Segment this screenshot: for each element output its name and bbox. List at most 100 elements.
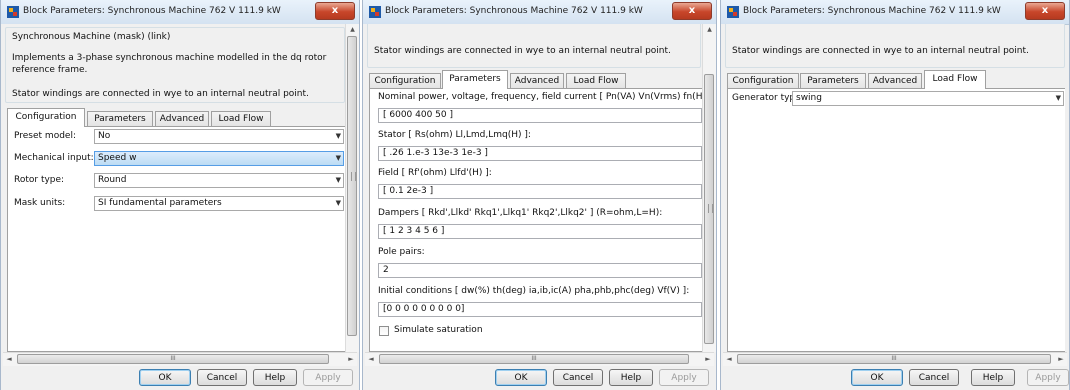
chevron-down-icon: ▼ [335,176,341,184]
rotor-type-label: Rotor type: [14,175,65,185]
dampers-input[interactable]: [ 1 2 3 4 5 6 ] [378,224,702,239]
rotor-type-value: Round [98,175,127,185]
title-bar[interactable]: Block Parameters: Synchronous Machine 76… [363,0,716,25]
simulate-saturation-label: Simulate saturation [394,325,483,335]
scroll-thumb[interactable]: III [737,354,1051,364]
scroll-left-arrow[interactable]: ◄ [365,353,377,366]
title-bar[interactable]: Block Parameters: Synchronous Machine 76… [721,0,1069,25]
dialog-window-configuration: Block Parameters: Synchronous Machine 76… [0,0,360,390]
dialog-buttons: OK Cancel Help Apply [1,366,359,390]
scroll-right-arrow[interactable]: ► [702,353,714,366]
chevron-down-icon: ▼ [1055,94,1061,102]
mechanical-input-dropdown[interactable]: Speed w ▼ [94,151,344,166]
scroll-right-arrow[interactable]: ► [1055,353,1067,366]
tab-advanced[interactable]: Advanced [510,73,564,88]
scroll-left-arrow[interactable]: ◄ [723,353,735,366]
mask-units-dropdown[interactable]: SI fundamental parameters ▼ [94,196,344,211]
vertical-scrollbar[interactable]: ▲ [702,24,716,352]
cancel-button[interactable]: Cancel [909,369,959,386]
initial-conditions-input[interactable]: [0 0 0 0 0 0 0 0 0] [378,302,702,317]
chevron-down-icon: ▼ [335,199,341,207]
tab-parameters[interactable]: Parameters [800,73,866,88]
chevron-down-icon: ▼ [335,132,341,140]
scroll-right-arrow[interactable]: ► [345,353,357,366]
apply-button[interactable]: Apply [303,369,353,386]
window-title: Block Parameters: Synchronous Machine 76… [23,6,281,16]
scroll-up-arrow[interactable]: ▲ [346,24,359,35]
group-title: Synchronous Machine (mask) (link) [12,32,171,42]
stator-note: Stator windings are connected in wye to … [374,46,671,56]
preset-model-value: No [98,131,111,141]
mechanical-input-value: Speed w [98,153,137,163]
generator-type-dropdown[interactable]: swing ▼ [792,91,1064,106]
generator-type-label: Generator type [732,93,801,103]
mask-units-label: Mask units: [14,198,66,208]
mask-units-value: SI fundamental parameters [98,198,222,208]
simulate-saturation-checkbox[interactable] [379,326,389,336]
cancel-button[interactable]: Cancel [553,369,603,386]
apply-button[interactable]: Apply [1027,369,1069,386]
simulink-block-icon [7,6,19,18]
scroll-thumb[interactable]: III [379,354,689,364]
parameters-panel: Nominal power, voltage, frequency, field… [369,88,702,352]
tab-parameters[interactable]: Parameters [442,70,508,89]
scroll-thumb[interactable]: III [17,354,329,364]
pole-pairs-input[interactable]: 2 [378,263,702,278]
nominal-values-label: Nominal power, voltage, frequency, field… [378,92,702,102]
ok-button[interactable]: OK [495,369,547,386]
description-group: Stator windings are connected in wye to … [367,24,701,68]
horizontal-scrollbar[interactable]: ◄ III ► [365,352,714,366]
scroll-up-arrow[interactable]: ▲ [703,24,716,35]
close-button[interactable]: x [1025,2,1065,20]
vertical-scrollbar[interactable]: ▲ [345,24,359,352]
tab-configuration[interactable]: Configuration [369,73,441,88]
mechanical-input-label: Mechanical input: [14,153,94,163]
generator-type-value: swing [796,93,822,103]
tab-advanced[interactable]: Advanced [868,73,922,88]
dialog-window-parameters: Block Parameters: Synchronous Machine 76… [362,0,717,390]
ok-button[interactable]: OK [851,369,903,386]
close-button[interactable]: x [672,2,712,20]
scroll-left-arrow[interactable]: ◄ [3,353,15,366]
stator-note: Stator windings are connected in wye to … [12,89,309,99]
chevron-down-icon: ▼ [335,154,341,162]
close-button[interactable]: x [315,2,355,20]
rotor-type-dropdown[interactable]: Round ▼ [94,173,344,188]
dialog-window-load-flow: Block Parameters: Synchronous Machine 76… [720,0,1070,390]
title-bar[interactable]: Block Parameters: Synchronous Machine 76… [1,0,359,25]
stator-label: Stator [ Rs(ohm) Ll,Lmd,Lmq(H) ]: [378,130,531,140]
splitter-grip [351,172,356,181]
tab-configuration[interactable]: Configuration [727,73,799,88]
tab-load-flow[interactable]: Load Flow [566,73,626,88]
block-description: Implements a 3-phase synchronous machine… [12,53,327,75]
tab-advanced[interactable]: Advanced [155,111,209,126]
dampers-label: Dampers [ Rkd',Llkd' Rkq1',Llkq1' Rkq2',… [378,208,663,218]
stator-note: Stator windings are connected in wye to … [732,46,1029,56]
help-button[interactable]: Help [253,369,297,386]
tab-load-flow[interactable]: Load Flow [924,70,986,89]
field-input[interactable]: [ 0.1 2e-3 ] [378,184,702,199]
stator-input[interactable]: [ .26 1.e-3 13e-3 1e-3 ] [378,146,702,161]
simulink-block-icon [727,6,739,18]
tab-configuration[interactable]: Configuration [7,108,85,127]
apply-button[interactable]: Apply [659,369,709,386]
initial-conditions-label: Initial conditions [ dw(%) th(deg) ia,ib… [378,286,690,296]
help-button[interactable]: Help [609,369,653,386]
cancel-button[interactable]: Cancel [197,369,247,386]
help-button[interactable]: Help [971,369,1015,386]
tab-load-flow[interactable]: Load Flow [211,111,271,126]
description-group: Stator windings are connected in wye to … [725,24,1065,68]
dialog-buttons: OK Cancel Help Apply [363,366,716,390]
scroll-thumb[interactable] [347,36,357,336]
configuration-panel: Preset model: No ▼ Mechanical input: Spee… [7,126,345,352]
tab-parameters[interactable]: Parameters [87,111,153,126]
field-label: Field [ Rf'(ohm) Llfd'(H) ]: [378,168,492,178]
ok-button[interactable]: OK [139,369,191,386]
nominal-values-input[interactable]: [ 6000 400 50 ] [378,108,702,123]
splitter-grip [708,204,713,213]
horizontal-scrollbar[interactable]: ◄ III ► [723,352,1067,366]
preset-model-label: Preset model: [14,131,76,141]
dialog-buttons: OK Cancel Help Apply [721,366,1069,390]
preset-model-dropdown[interactable]: No ▼ [94,129,344,144]
horizontal-scrollbar[interactable]: ◄ III ► [3,352,357,366]
